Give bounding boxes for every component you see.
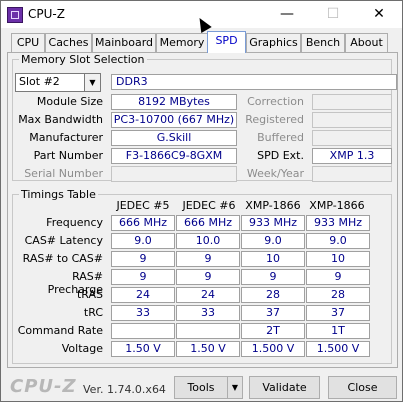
timings-column-header: XMP-1866 [309,199,365,212]
timing-cell: 9 [111,251,175,267]
spd-ext-label: SPD Ext. [257,149,304,162]
max-bandwidth-value: PC3-10700 (667 MHz) [111,112,237,128]
timing-cell: 24 [111,287,175,303]
week-year-label: Week/Year [246,167,304,180]
timing-row-label: Frequency [46,216,103,229]
manufacturer-value: G.Skill [111,130,237,146]
timing-cell: 37 [306,305,370,321]
tools-button[interactable]: Tools [174,376,228,399]
module-size-value: 8192 MBytes [111,94,237,110]
tools-dropdown-chevron-icon[interactable]: ▼ [227,376,243,399]
timing-row-label: Voltage [61,342,103,355]
correction-value [312,94,392,110]
buffered-value [312,130,392,146]
timing-row-label: tRAS [76,288,103,301]
buffered-label: Buffered [257,131,304,144]
timing-cell: 33 [176,305,240,321]
maximize-button: ☐ [326,6,340,22]
close-window-button[interactable]: ✕ [356,1,402,28]
timing-cell: 9 [241,269,305,285]
timing-row-label: Command Rate [17,324,103,337]
tab-memory[interactable]: Memory [156,33,208,52]
timing-row-label: RAS# to CAS# [22,252,103,265]
validate-button[interactable]: Validate [249,376,320,399]
correction-label: Correction [247,95,304,108]
timing-cell [111,323,175,339]
timing-cell: 666 MHz [176,215,240,231]
timing-cell: 28 [306,287,370,303]
timing-cell: 9.0 [306,233,370,249]
tab-bench[interactable]: Bench [301,33,345,52]
serial-number-value [111,166,237,182]
timing-cell: 9 [111,269,175,285]
memory-type-field: DDR3 [111,74,397,90]
timing-cell: 9.0 [241,233,305,249]
timing-cell: 9.0 [111,233,175,249]
timing-cell: 9 [176,251,240,267]
timing-cell: 10 [306,251,370,267]
timing-cell: 666 MHz [111,215,175,231]
chevron-down-icon[interactable]: ▼ [84,74,100,91]
timing-cell [176,323,240,339]
version-label: Ver. 1.74.0.x64 [83,383,166,396]
timing-cell: 24 [176,287,240,303]
window-title: CPU-Z [28,7,65,21]
tab-cpu[interactable]: CPU [11,33,45,52]
cpuz-brand-logo: CPU-Z [10,376,77,397]
close-button[interactable]: Close [328,376,397,399]
timings-table-group-title: Timings Table [21,188,96,201]
timing-cell: 9 [306,269,370,285]
timing-cell: 9 [176,269,240,285]
memory-slot-group-title: Memory Slot Selection [21,53,145,66]
part-number-label: Part Number [33,149,103,162]
spd-ext-value: XMP 1.3 [312,148,392,164]
timing-row-label: CAS# Latency [24,234,103,247]
timings-column-header: XMP-1866 [245,199,301,212]
part-number-value: F3-1866C9-8GXM [111,148,237,164]
timing-cell: 1.500 V [241,341,305,357]
timing-cell: 1T [306,323,370,339]
tab-about[interactable]: About [345,33,388,52]
max-bandwidth-label: Max Bandwidth [18,113,103,126]
timing-cell: 28 [241,287,305,303]
timings-column-header: JEDEC #5 [116,199,170,212]
registered-label: Registered [245,113,304,126]
week-year-value [312,166,392,182]
tab-mainboard[interactable]: Mainboard [92,33,156,52]
tab-spd[interactable]: SPD [207,31,246,53]
manufacturer-label: Manufacturer [29,131,103,144]
module-size-label: Module Size [36,95,103,108]
cpuz-window: CPU-Z — ☐ ✕ CPU Caches Mainboard Memory … [0,0,403,402]
timing-cell: 33 [111,305,175,321]
timing-cell: 1.50 V [176,341,240,357]
timing-cell: 1.500 V [306,341,370,357]
timing-cell: 10.0 [176,233,240,249]
timing-cell: 1.50 V [111,341,175,357]
timing-cell: 933 MHz [241,215,305,231]
slot-select[interactable]: Slot #2 ▼ [15,73,101,92]
timing-row-label: tRC [83,306,103,319]
timing-cell: 37 [241,305,305,321]
timing-cell: 10 [241,251,305,267]
registered-value [312,112,392,128]
timing-cell: 933 MHz [306,215,370,231]
slot-select-value: Slot #2 [19,75,60,88]
cpuz-app-icon [7,7,23,23]
timings-column-header: JEDEC #6 [182,199,236,212]
minimize-button[interactable]: — [264,1,310,28]
serial-number-label: Serial Number [24,167,103,180]
timing-cell: 2T [241,323,305,339]
tab-graphics[interactable]: Graphics [246,33,301,52]
tab-caches[interactable]: Caches [45,33,92,52]
footer-bar: CPU-Z Ver. 1.74.0.x64 Tools ▼ Validate C… [1,370,402,401]
